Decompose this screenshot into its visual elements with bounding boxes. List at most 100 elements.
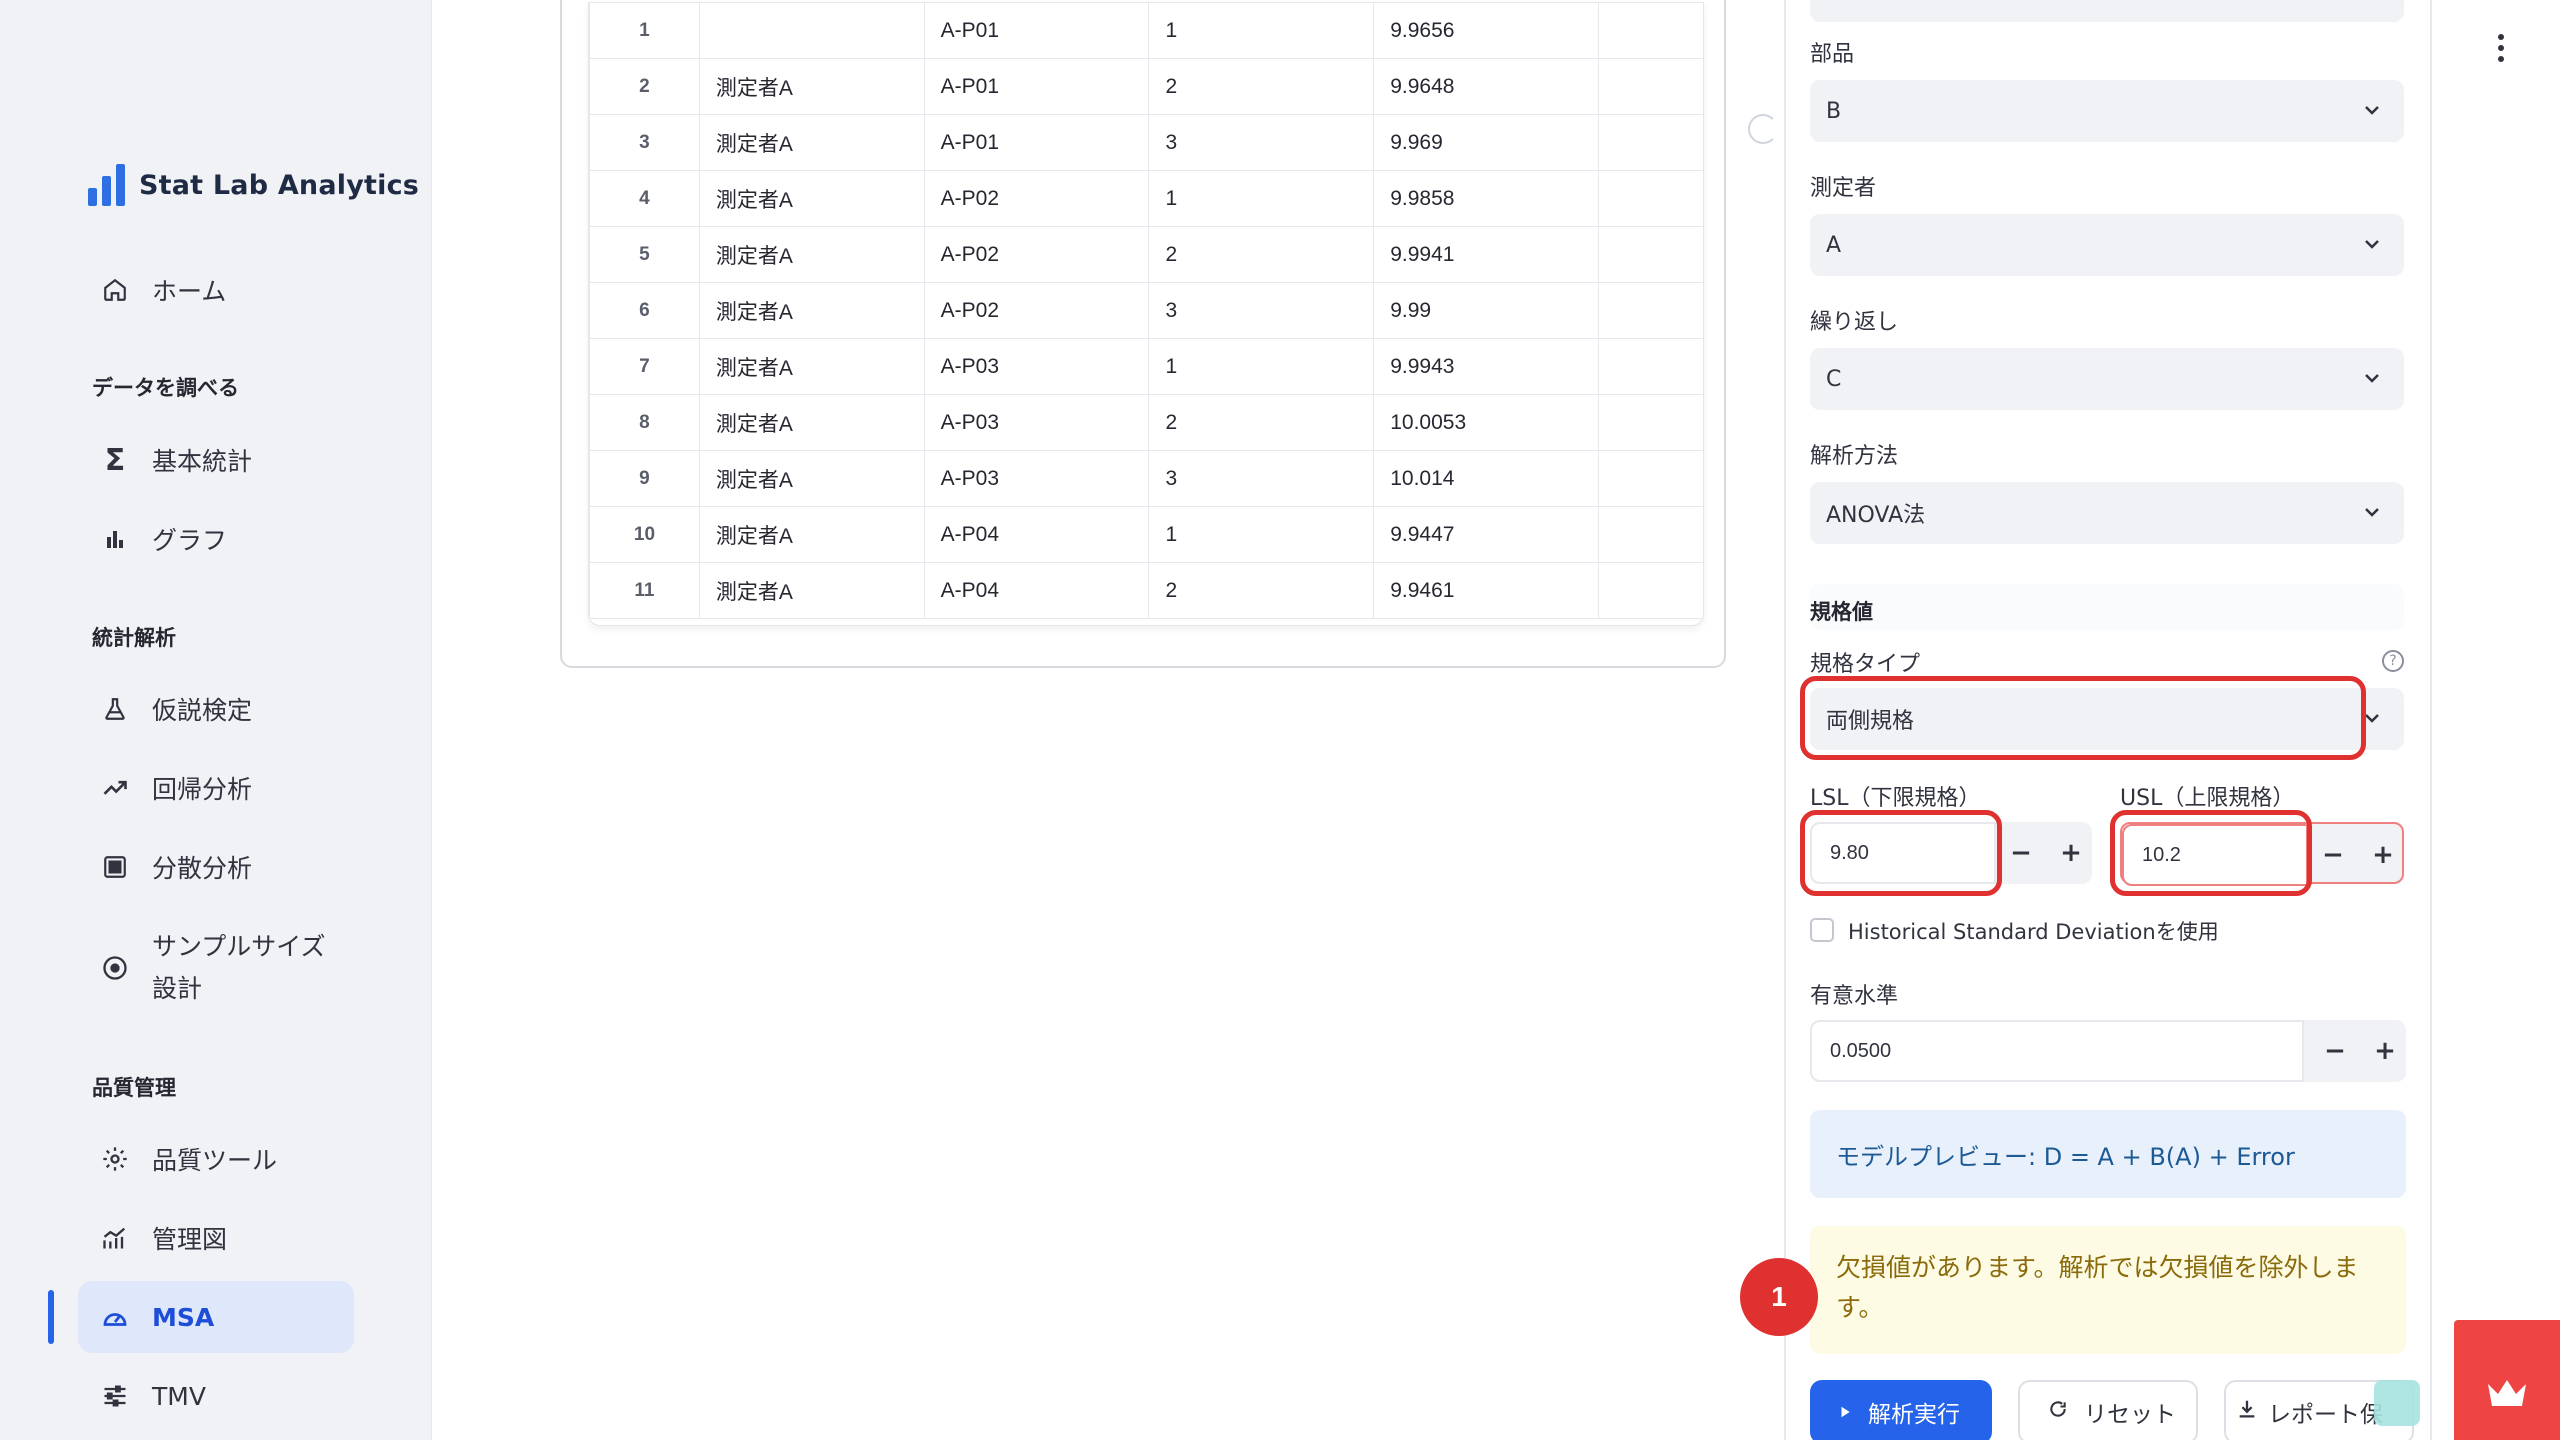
row-index: 6 [589, 282, 700, 339]
bar-chart-logo-icon [88, 164, 125, 206]
row-index: 5 [589, 226, 700, 283]
repeat-select[interactable]: C [1810, 348, 2404, 410]
sidebar-item-control-chart[interactable]: 管理図 [78, 1202, 354, 1274]
assistant-avatar-icon[interactable] [2374, 1380, 2420, 1426]
empty-cell [1598, 2, 1703, 59]
active-indicator [48, 1290, 54, 1344]
historical-sd-label: Historical Standard Deviationを使用 [1848, 920, 2219, 944]
loading-spinner-icon [1748, 114, 1778, 144]
section-title-quality: 品質管理 [92, 1076, 176, 1100]
sidebar-item-sample-size[interactable]: サンプルサイズ 設計 [78, 920, 354, 1016]
sidebar-item-anova[interactable]: 分散分析 [78, 831, 354, 903]
spec-heading-bg [1810, 584, 2404, 630]
empty-cell [1598, 170, 1703, 227]
chevron-down-icon [2360, 500, 2384, 530]
table-row[interactable]: 5 測定者A A-P02 2 9.9941 [589, 226, 1703, 283]
lsl-decrement-button[interactable]: − [1996, 822, 2046, 884]
part-select[interactable]: B [1810, 80, 2404, 142]
part-cell: A-P04 [923, 506, 1150, 563]
brand-name: Stat Lab Analytics [139, 169, 420, 201]
measurement-cell: 9.9941 [1373, 226, 1600, 283]
method-select[interactable]: ANOVA法 [1810, 482, 2404, 544]
operator-value: A [1826, 232, 1842, 258]
sidebar-item-home[interactable]: ホーム [78, 254, 354, 326]
row-index: 2 [589, 58, 700, 115]
historical-sd-checkbox[interactable] [1810, 918, 1834, 942]
highlight-box [2110, 810, 2312, 896]
repeat-cell: 3 [1148, 282, 1375, 339]
method-value: ANOVA法 [1826, 503, 1926, 528]
usl-increment-button[interactable]: + [2358, 824, 2408, 886]
operator-cell: 測定者A [698, 282, 925, 339]
repeat-cell: 2 [1148, 58, 1375, 115]
sidebar-item-quality-tools[interactable]: 品質ツール [78, 1123, 354, 1195]
sidebar-item-label: 回帰分析 [152, 775, 253, 804]
operator-cell [698, 2, 925, 59]
repeat-value: C [1826, 366, 1842, 392]
repeat-cell: 3 [1148, 450, 1375, 507]
chevron-down-icon [2360, 366, 2384, 396]
table-row[interactable]: 8 測定者A A-P03 2 10.0053 [589, 394, 1703, 451]
row-index: 9 [589, 450, 700, 507]
brand[interactable]: Stat Lab Analytics [88, 164, 419, 206]
empty-cell [1598, 394, 1703, 451]
highlight-box [1800, 810, 2002, 896]
section-title-explore: データを調べる [92, 376, 239, 400]
run-analysis-label: 解析実行 [1868, 1402, 1960, 1428]
operator-cell: 測定者A [698, 170, 925, 227]
table-row[interactable]: 1 A-P01 1 9.9656 [589, 2, 1703, 59]
sidebar-item-label-line1: サンプルサイズ [152, 932, 326, 961]
sidebar-item-regression[interactable]: 回帰分析 [78, 752, 354, 824]
sidebar-item-tmv[interactable]: TMV [78, 1360, 354, 1432]
sidebar-item-label: 仮説検定 [152, 696, 253, 725]
row-index: 1 [589, 2, 700, 59]
table-row[interactable]: 3 測定者A A-P01 3 9.969 [589, 114, 1703, 171]
run-analysis-button[interactable]: 解析実行 [1810, 1380, 1992, 1440]
more-options-icon[interactable] [2498, 34, 2506, 62]
step-badge: 1 [1740, 1258, 1818, 1336]
part-cell: A-P01 [923, 58, 1150, 115]
empty-cell [1598, 562, 1703, 619]
table-row[interactable]: 10 測定者A A-P04 1 9.9447 [589, 506, 1703, 563]
missing-values-warning: 欠損値があります。解析では欠損値を除外します。 [1810, 1226, 2406, 1354]
sidebar-item-basic-stats[interactable]: Σ 基本統計 [78, 424, 354, 496]
table-row[interactable]: 4 測定者A A-P02 1 9.9858 [589, 170, 1703, 227]
usl-decrement-button[interactable]: − [2308, 824, 2358, 886]
repeat-cell: 2 [1148, 562, 1375, 619]
bar-chart-icon [100, 524, 130, 554]
empty-cell [1598, 282, 1703, 339]
alpha-increment-button[interactable]: + [2360, 1020, 2410, 1082]
chart-line-icon [100, 1223, 130, 1253]
table-row[interactable]: 2 測定者A A-P01 2 9.9648 [589, 58, 1703, 115]
data-table[interactable]: 1 A-P01 1 9.9656 2 測定者A A-P01 2 9.9648 3 測定者A A-P01… [588, 2, 1704, 626]
table-row[interactable]: 6 測定者A A-P02 3 9.99 [589, 282, 1703, 339]
table-row[interactable]: 7 測定者A A-P03 1 9.9943 [589, 338, 1703, 395]
sidebar-item-label: ホーム [152, 277, 227, 306]
alpha-decrement-button[interactable]: − [2310, 1020, 2360, 1082]
measurement-cell: 10.0053 [1373, 394, 1600, 451]
sidebar-item-label: グラフ [152, 526, 228, 555]
part-cell: A-P02 [923, 170, 1150, 227]
sidebar-item-graph[interactable]: グラフ [78, 503, 354, 575]
table-row[interactable]: 11 測定者A A-P04 2 9.9461 [589, 562, 1703, 619]
reset-button[interactable]: リセット [2018, 1380, 2198, 1440]
measurement-cell: 9.9461 [1373, 562, 1600, 619]
streamlit-crown-icon[interactable] [2454, 1320, 2560, 1440]
operator-cell: 測定者A [698, 114, 925, 171]
sliders-icon [100, 1381, 130, 1411]
lsl-increment-button[interactable]: + [2046, 822, 2096, 884]
part-cell: A-P02 [923, 226, 1150, 283]
table-row[interactable]: 9 測定者A A-P03 3 10.014 [589, 450, 1703, 507]
reset-label: リセット [2084, 1402, 2176, 1428]
method-label: 解析方法 [1810, 444, 1899, 469]
help-icon[interactable]: ? [2382, 650, 2404, 672]
trending-up-icon [100, 773, 130, 803]
alpha-input[interactable]: 0.0500 [1810, 1020, 2304, 1082]
sidebar-item-label: 管理図 [152, 1225, 228, 1254]
sidebar-item-label: 分散分析 [152, 854, 253, 883]
sidebar-item-hypothesis[interactable]: 仮説検定 [78, 673, 354, 745]
sidebar: Stat Lab Analytics ホーム データを調べる Σ 基本統計 グラ… [0, 0, 432, 1440]
sidebar-item-msa[interactable]: MSA [78, 1281, 354, 1353]
row-index: 11 [589, 562, 700, 619]
operator-select[interactable]: A [1810, 214, 2404, 276]
